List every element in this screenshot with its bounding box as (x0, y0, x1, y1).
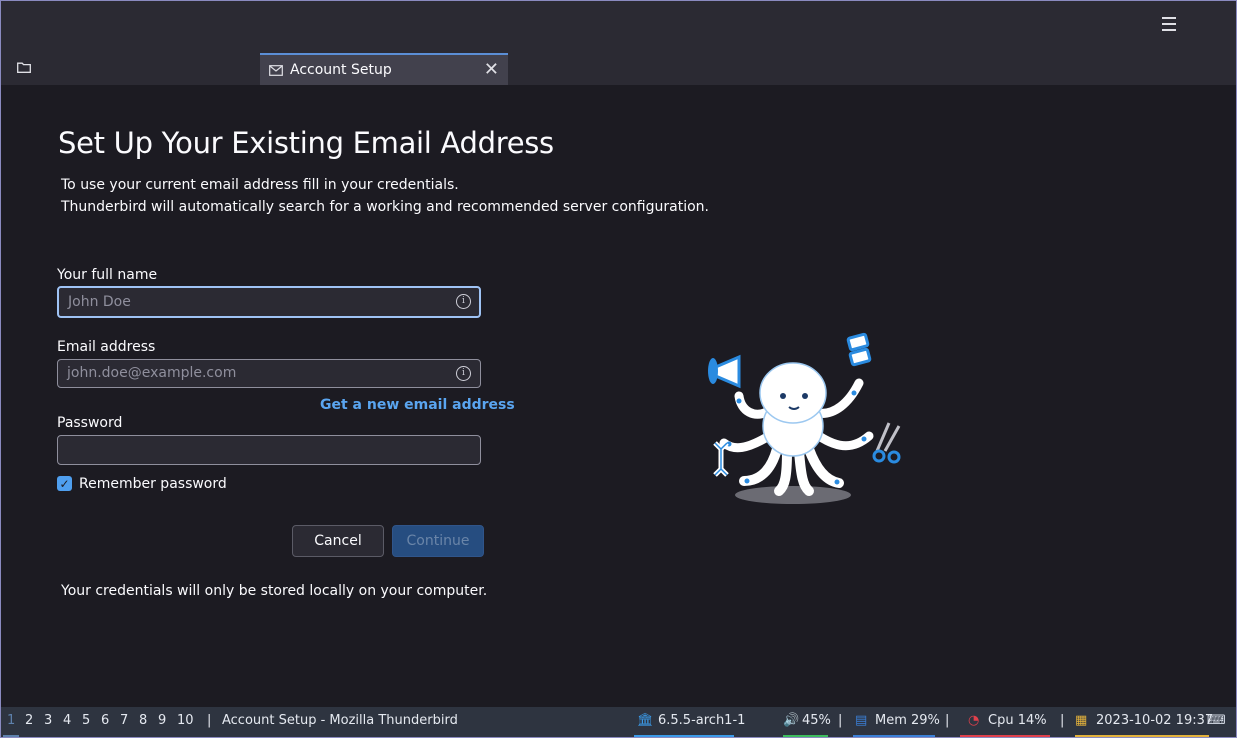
volume-underline (783, 735, 828, 737)
workspace-10[interactable]: 10 (177, 713, 194, 728)
email-input[interactable]: john.doe@example.com (57, 359, 481, 388)
email-label: Email address (57, 339, 156, 355)
info-icon[interactable]: i (456, 366, 471, 381)
remember-password-checkbox[interactable]: ✓ (57, 476, 72, 491)
octopus-mascot-illustration (708, 332, 901, 504)
workspace-7[interactable]: 7 (120, 713, 128, 728)
workspace-4[interactable]: 4 (63, 713, 71, 728)
kernel-underline (634, 735, 734, 737)
kernel-icon: 🏛 (637, 713, 654, 728)
date-time: 2023-10-02 19:37 (1096, 713, 1214, 728)
volume-icon[interactable]: 🔊 (783, 713, 799, 728)
workspace-2[interactable]: 2 (25, 713, 33, 728)
memory-usage: Mem 29% (875, 713, 940, 728)
title-bar (1, 1, 1236, 47)
password-input[interactable] (57, 435, 481, 465)
remember-password-label[interactable]: Remember password (79, 476, 227, 492)
tab-label: Account Setup (290, 62, 392, 78)
workspace-6[interactable]: 6 (101, 713, 109, 728)
full-name-input[interactable]: John Doe (57, 286, 481, 318)
cpu-usage: Cpu 14% (988, 713, 1047, 728)
kernel-version: 6.5.5-arch1-1 (658, 713, 746, 728)
workspace-3[interactable]: 3 (44, 713, 52, 728)
cancel-button[interactable]: Cancel (292, 525, 384, 557)
cpu-underline (960, 735, 1050, 737)
info-icon[interactable]: i (456, 294, 471, 309)
taskbar-separator: | (1060, 713, 1065, 728)
system-taskbar: 1 2 3 4 5 6 7 8 9 10 | Account Setup - M… (1, 707, 1236, 737)
memory-icon: ▤ (855, 713, 868, 728)
hamburger-menu-icon[interactable] (1162, 17, 1176, 31)
password-label: Password (57, 415, 123, 431)
taskbar-separator: | (945, 713, 950, 728)
volume-level[interactable]: 45% (802, 713, 831, 728)
workspace-8[interactable]: 8 (139, 713, 147, 728)
get-new-email-link[interactable]: Get a new email address (320, 397, 515, 413)
account-setup-page: Set Up Your Existing Email Address To us… (4, 86, 1236, 706)
taskbar-separator: | (207, 713, 212, 728)
tab-account-setup[interactable]: Account Setup ✕ (260, 53, 508, 85)
folder-icon[interactable] (17, 62, 31, 73)
date-underline (1075, 735, 1209, 737)
taskbar-separator: | (838, 713, 843, 728)
calendar-icon: ▦ (1075, 713, 1088, 728)
memory-underline (853, 735, 935, 737)
credentials-footnote: Your credentials will only be stored loc… (61, 583, 488, 599)
continue-button[interactable]: Continue (392, 525, 484, 557)
email-placeholder: john.doe@example.com (67, 365, 237, 381)
page-title: Set Up Your Existing Email Address (58, 126, 554, 160)
workspace-5[interactable]: 5 (82, 713, 90, 728)
mail-icon (269, 64, 283, 76)
tab-bar: Account Setup ✕ (1, 47, 1236, 86)
full-name-label: Your full name (57, 267, 158, 283)
intro-line-1: To use your current email address fill i… (61, 177, 459, 193)
cpu-gauge-icon: ◔ (968, 713, 980, 728)
active-window-title: Account Setup - Mozilla Thunderbird (222, 713, 458, 728)
active-workspace-indicator (3, 735, 19, 737)
workspace-9[interactable]: 9 (158, 713, 166, 728)
full-name-placeholder: John Doe (68, 294, 131, 310)
workspace-1[interactable]: 1 (7, 713, 15, 728)
intro-line-2: Thunderbird will automatically search fo… (61, 199, 709, 215)
close-icon[interactable]: ✕ (484, 59, 499, 80)
intro-text: To use your current email address fill i… (61, 174, 709, 218)
keyboard-icon[interactable]: ⌨ (1207, 713, 1226, 728)
